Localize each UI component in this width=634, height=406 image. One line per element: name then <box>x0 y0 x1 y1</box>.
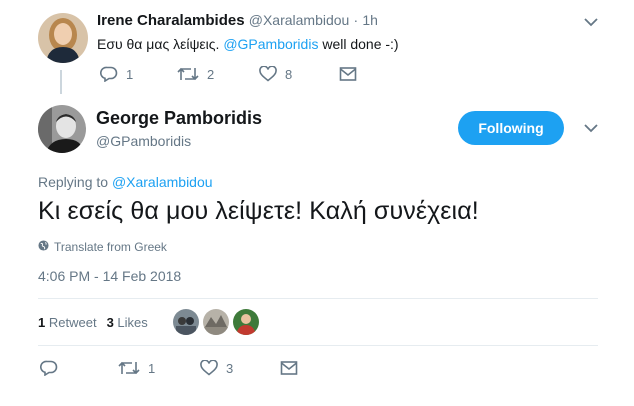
parent-text-suffix: well done -:) <box>318 36 399 52</box>
parent-reply-button[interactable]: 1 <box>100 66 133 82</box>
translate-link[interactable]: Translate from Greek <box>38 240 167 254</box>
divider <box>38 298 598 299</box>
message-button[interactable] <box>280 360 298 376</box>
liker-avatar[interactable] <box>233 309 259 335</box>
replying-to: Replying to @Xaralambidou <box>38 174 213 190</box>
parent-message-button[interactable] <box>339 66 357 82</box>
retweet-icon <box>177 66 199 82</box>
parent-tweet-text: Εσυ θα μας λείψεις. @GPamboridis well do… <box>97 36 399 52</box>
retweet-stat-label: Retweet <box>48 315 97 330</box>
header-separator: · <box>353 12 359 28</box>
parent-retweet-button[interactable]: 2 <box>177 66 214 82</box>
main-tweet-text: Κι εσείς θα μου λείψετε! Καλή συνέχεια! <box>38 197 479 225</box>
retweet-count: 1 <box>148 360 156 376</box>
thread-connector-line <box>60 70 62 94</box>
following-button[interactable]: Following <box>458 111 564 145</box>
parent-like-button[interactable]: 8 <box>259 66 292 82</box>
retweet-button[interactable]: 1 <box>118 360 155 376</box>
reply-icon <box>40 360 58 376</box>
retweet-icon <box>118 360 140 376</box>
replying-to-handle[interactable]: @Xaralambidou <box>112 174 213 190</box>
parent-text-prefix: Εσυ θα μας λείψεις. <box>97 36 224 52</box>
parent-time-ago[interactable]: 1h <box>362 12 378 28</box>
message-icon <box>339 66 357 82</box>
like-stat[interactable]: 3 Likes <box>107 315 148 330</box>
liker-avatar[interactable] <box>203 309 229 335</box>
message-icon <box>280 360 298 376</box>
like-count: 3 <box>226 360 234 376</box>
parent-like-count: 8 <box>285 66 293 82</box>
liker-avatars <box>173 309 259 335</box>
reply-icon <box>100 66 118 82</box>
like-stat-label: Likes <box>117 315 148 330</box>
tweet-timestamp[interactable]: 4:06 PM - 14 Feb 2018 <box>38 268 181 284</box>
globe-icon <box>38 240 49 254</box>
parent-reply-count: 1 <box>126 66 134 82</box>
chevron-down-icon[interactable] <box>581 12 601 32</box>
chevron-down-icon[interactable] <box>581 118 601 138</box>
parent-author-avatar[interactable] <box>38 13 88 63</box>
translate-label: Translate from Greek <box>54 240 167 254</box>
retweet-stat[interactable]: 1 Retweet <box>38 315 97 330</box>
like-stat-count: 3 <box>106 315 114 330</box>
parent-tweet-header: Irene Charalambides @Xaralambidou · 1h <box>97 12 378 29</box>
parent-retweet-count: 2 <box>207 66 215 82</box>
heart-icon <box>259 66 277 82</box>
divider <box>38 345 598 346</box>
parent-text-mention[interactable]: @GPamboridis <box>223 36 318 52</box>
main-author-handle[interactable]: @GPamboridis <box>96 133 191 149</box>
parent-author-handle[interactable]: @Xaralambidou <box>249 12 350 28</box>
parent-author-name[interactable]: Irene Charalambides <box>97 12 245 29</box>
reply-button[interactable] <box>40 360 66 376</box>
main-author-avatar[interactable] <box>38 105 86 153</box>
heart-icon <box>200 360 218 376</box>
like-button[interactable]: 3 <box>200 360 233 376</box>
main-author-name[interactable]: George Pamboridis <box>96 108 262 129</box>
retweet-stat-count: 1 <box>38 315 46 330</box>
replying-to-label: Replying to <box>38 174 109 190</box>
liker-avatar[interactable] <box>173 309 199 335</box>
tweet-stats: 1 Retweet 3 Likes <box>38 315 148 330</box>
